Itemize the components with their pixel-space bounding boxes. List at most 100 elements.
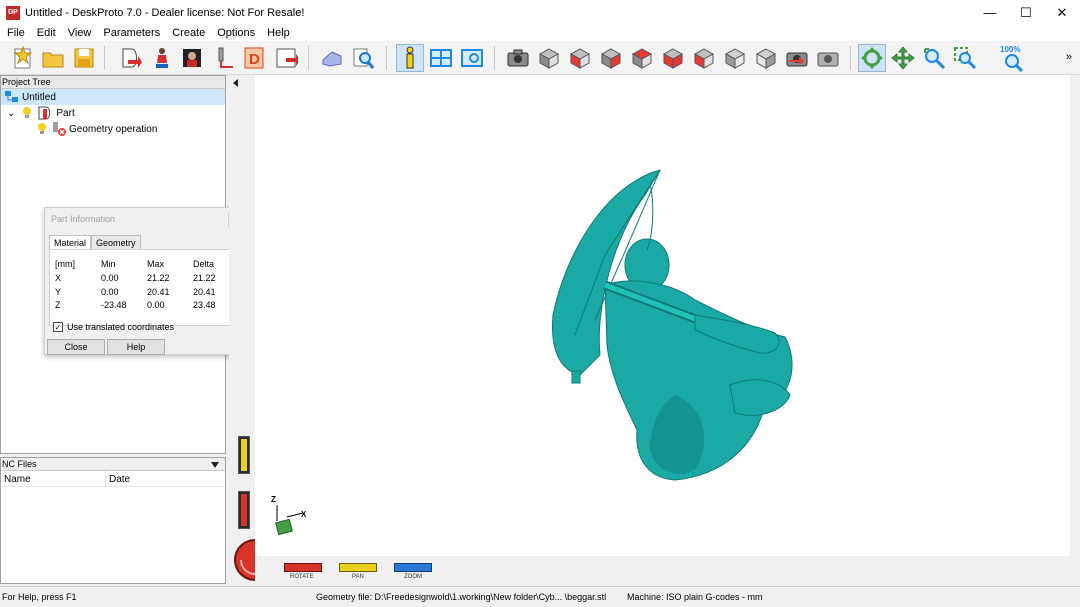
save-button[interactable] bbox=[70, 44, 98, 72]
menu-options[interactable]: Options bbox=[217, 27, 255, 39]
view-left-button[interactable] bbox=[659, 44, 687, 72]
settings-view-button[interactable] bbox=[458, 44, 486, 72]
maximize-button[interactable]: ☐ bbox=[1008, 0, 1044, 25]
header-max: Max bbox=[147, 259, 165, 269]
project-tree-header: Project Tree bbox=[1, 76, 225, 89]
view-right-button[interactable] bbox=[690, 44, 718, 72]
close-button[interactable]: ✕ bbox=[1044, 0, 1080, 25]
status-machine: Machine: ISO plain G-codes - mm bbox=[627, 592, 763, 602]
rotate-dial[interactable] bbox=[284, 563, 322, 572]
preview-button[interactable] bbox=[349, 44, 377, 72]
checkbox-label: Use translated coordinates bbox=[67, 322, 175, 332]
status-geometry-file: Geometry file: D:\Freedesignwold\1.worki… bbox=[316, 592, 607, 602]
menu-help[interactable]: Help bbox=[267, 27, 290, 39]
part-button[interactable] bbox=[148, 44, 176, 72]
machine-button[interactable] bbox=[318, 44, 346, 72]
tree-item-untitled[interactable]: Untitled bbox=[1, 89, 225, 105]
save-nc-icon bbox=[276, 48, 298, 68]
dialog-help-button[interactable]: Help bbox=[107, 339, 165, 355]
zoom-dial[interactable] bbox=[394, 563, 432, 572]
header-unit: [mm] bbox=[55, 259, 75, 269]
cube-side-icon bbox=[755, 48, 777, 69]
column-name[interactable]: Name bbox=[4, 474, 31, 485]
view-bottom-button[interactable] bbox=[721, 44, 749, 72]
cube-right-icon bbox=[693, 48, 715, 69]
camera-red-icon bbox=[786, 52, 808, 67]
operation-error-icon bbox=[53, 122, 66, 136]
collapse-arrow-icon[interactable] bbox=[232, 79, 240, 87]
column-divider bbox=[105, 471, 106, 487]
zoom-window-button[interactable] bbox=[951, 44, 979, 72]
tab-material[interactable]: Material bbox=[49, 235, 92, 249]
magnifier-page-icon bbox=[353, 48, 375, 69]
pan-arrows-icon bbox=[891, 46, 915, 70]
bitmap-button[interactable] bbox=[178, 44, 206, 72]
row-x-max: 21.22 bbox=[147, 273, 170, 283]
open-button[interactable] bbox=[39, 44, 67, 72]
3d-viewport[interactable]: Z X bbox=[255, 75, 1070, 556]
row-y-label: Y bbox=[55, 287, 62, 297]
rotate-arrows-icon bbox=[861, 47, 883, 69]
rotate-slider-fill bbox=[241, 494, 247, 526]
tree-expander[interactable]: ⌄ bbox=[7, 108, 15, 119]
menu-file[interactable]: File bbox=[7, 27, 25, 39]
view-top-button[interactable] bbox=[628, 44, 656, 72]
pan-tool-button[interactable] bbox=[889, 44, 917, 72]
view-iso-button[interactable] bbox=[535, 44, 563, 72]
snapshot-save-button[interactable] bbox=[814, 44, 842, 72]
cube-top-icon bbox=[631, 48, 653, 69]
write-nc-button[interactable] bbox=[272, 44, 300, 72]
row-x-label: X bbox=[55, 273, 62, 283]
translated-coordinates-checkbox[interactable]: ✓ Use translated coordinates bbox=[53, 322, 174, 332]
part-info-button[interactable] bbox=[396, 44, 424, 72]
row-y-delta: 20.41 bbox=[193, 287, 216, 297]
toolbar-separator bbox=[386, 46, 387, 70]
status-help: For Help, press F1 bbox=[2, 592, 77, 602]
layout-button[interactable] bbox=[427, 44, 455, 72]
dropdown-arrow-icon[interactable] bbox=[210, 461, 220, 469]
row-z-label: Z bbox=[55, 300, 61, 310]
camera-button[interactable] bbox=[504, 44, 532, 72]
cube-left-icon bbox=[662, 48, 684, 69]
tree-item-geometry-operation[interactable]: Geometry operation bbox=[1, 121, 157, 137]
dxf-button[interactable]: D bbox=[240, 44, 268, 72]
tree-item-part[interactable]: ⌄ Part bbox=[1, 105, 75, 121]
minimize-button[interactable]: — bbox=[972, 0, 1008, 25]
app-logo: DP bbox=[6, 5, 20, 20]
menu-view[interactable]: View bbox=[68, 27, 92, 39]
zoom-100-button[interactable]: 100% bbox=[998, 44, 1028, 72]
new-project-button[interactable] bbox=[9, 44, 37, 72]
toolpath-button[interactable] bbox=[210, 44, 238, 72]
menu-parameters[interactable]: Parameters bbox=[103, 27, 160, 39]
checkbox-box[interactable]: ✓ bbox=[53, 322, 63, 332]
zoom-in-button[interactable] bbox=[920, 44, 948, 72]
pan-dial[interactable] bbox=[339, 563, 377, 572]
view-back-button[interactable] bbox=[597, 44, 625, 72]
title-bar: DP Untitled - DeskProto 7.0 - Dealer lic… bbox=[0, 0, 1080, 25]
menu-edit[interactable]: Edit bbox=[37, 27, 56, 39]
tab-geometry[interactable]: Geometry bbox=[91, 235, 141, 249]
pan-slider[interactable] bbox=[238, 436, 250, 474]
window-grid-icon bbox=[430, 49, 452, 67]
rotate-tool-button[interactable] bbox=[858, 44, 886, 72]
window-title: Untitled - DeskProto 7.0 - Dealer licens… bbox=[25, 6, 305, 19]
dialog-close-button[interactable]: Close bbox=[47, 339, 105, 355]
column-date[interactable]: Date bbox=[109, 474, 130, 485]
view-side-button[interactable] bbox=[752, 44, 780, 72]
lightbulb-icon bbox=[38, 123, 46, 134]
toolbar-overflow-button[interactable]: » bbox=[1066, 51, 1072, 63]
cube-gray-icon bbox=[724, 48, 746, 69]
nc-files-header[interactable]: NC Files bbox=[1, 458, 225, 471]
eraser-icon bbox=[322, 51, 342, 67]
row-z-max: 0.00 bbox=[147, 300, 165, 310]
rotate-dial-label: ROTATE bbox=[290, 574, 314, 580]
lightbulb-icon bbox=[23, 107, 32, 118]
import-part-button[interactable] bbox=[116, 44, 144, 72]
toolbar-separator bbox=[104, 46, 105, 70]
view-front-button[interactable] bbox=[566, 44, 594, 72]
menu-create[interactable]: Create bbox=[172, 27, 205, 39]
rotate-slider[interactable] bbox=[238, 491, 250, 529]
snapshot-button[interactable] bbox=[783, 44, 811, 72]
new-file-icon bbox=[13, 46, 33, 69]
cube-iso-icon bbox=[538, 48, 560, 69]
